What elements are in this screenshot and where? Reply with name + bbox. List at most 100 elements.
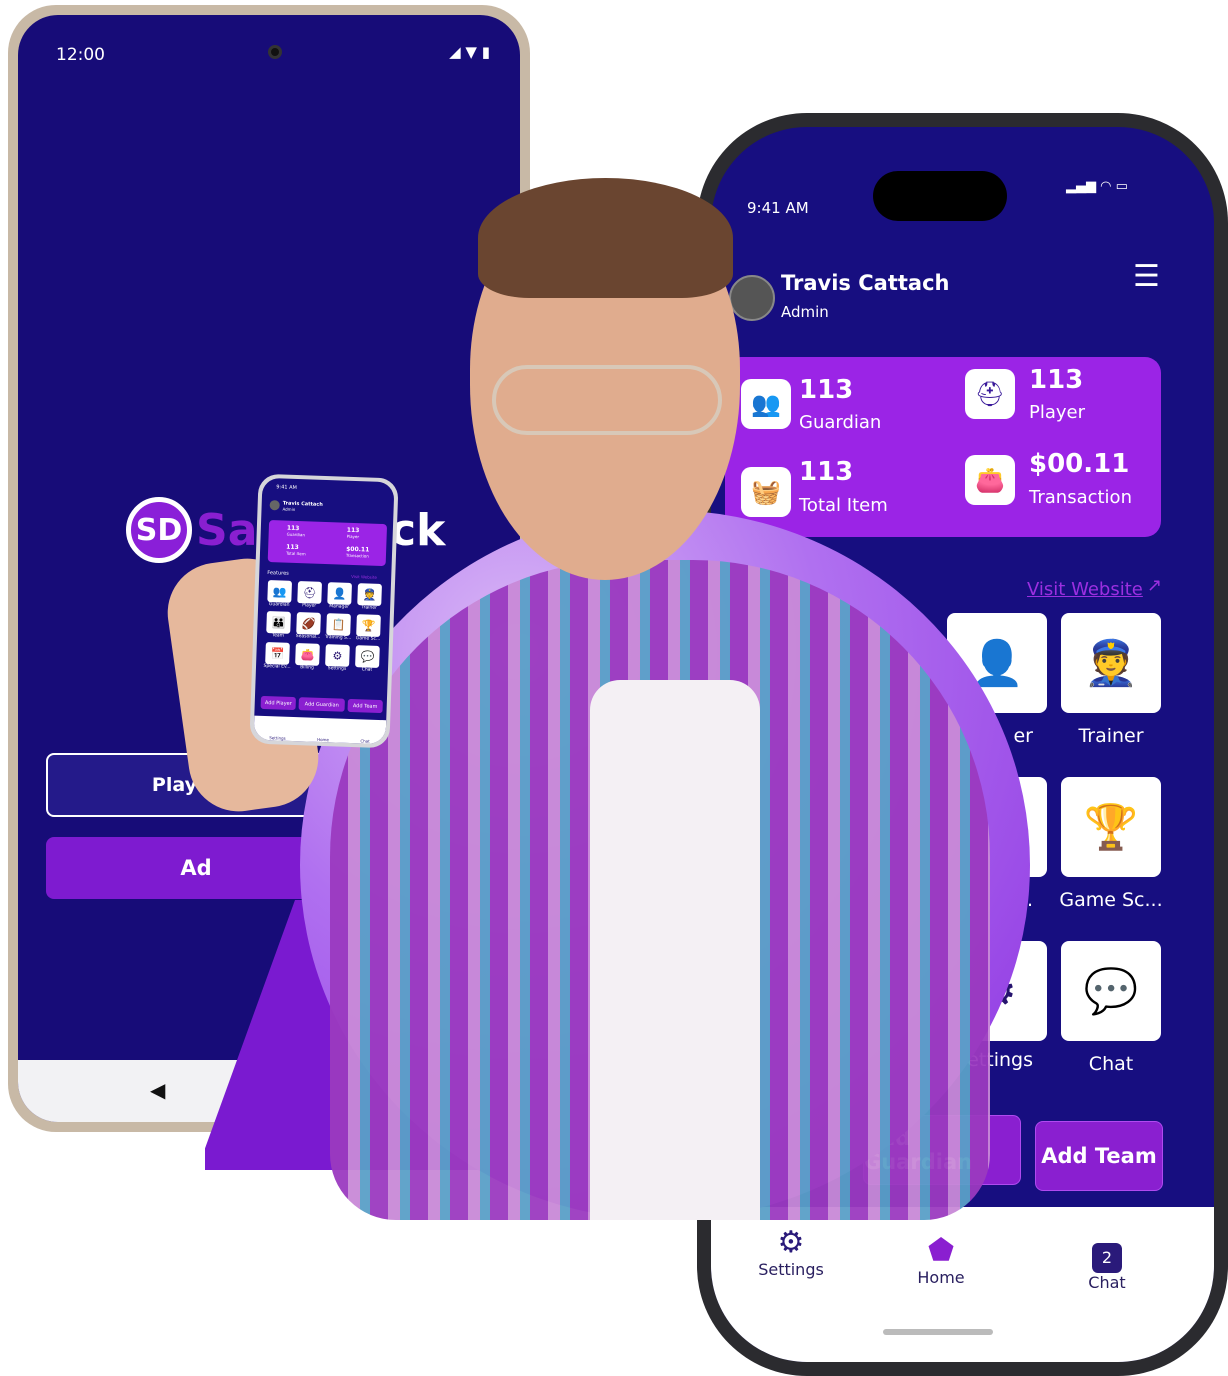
dynamic-island (873, 171, 1007, 221)
mini-feature-label: Trainer (361, 605, 377, 611)
mini-visit-website[interactable]: Visit Website (351, 574, 377, 580)
person-glasses (492, 365, 722, 435)
mini-feature-icon: 👥 (267, 580, 293, 603)
mini-feature-tile[interactable]: 👤 Manager (324, 582, 355, 610)
mini-role: Admin (282, 506, 296, 512)
mini-feature-icon: 🏆 (356, 614, 381, 637)
mini-feature-label: Player (302, 603, 317, 609)
logo-text-left: Sa (196, 505, 258, 556)
logo-initials: SD (135, 512, 183, 548)
mini-feature-label: Settings (327, 666, 347, 672)
handheld-screen: 9:41 AM Travis Cattach Admin 113 Guardia… (253, 477, 395, 745)
mini-feature-icon: 👮 (357, 583, 382, 606)
game-schedule-tile[interactable]: 🏆 (1061, 777, 1161, 877)
nav-chat-label: Chat (1088, 1273, 1126, 1292)
mini-feature-tile[interactable]: 🏈 Seasonal... (293, 612, 324, 640)
mini-add-guardian-button[interactable]: Add Guardian (298, 697, 345, 712)
player-icon: ⛑ (965, 369, 1015, 419)
mini-feature-icon: 📋 (326, 613, 351, 636)
mini-feature-icon: 🏈 (296, 612, 321, 635)
mini-feature-label: Billing (300, 665, 314, 671)
mini-feature-label: Seasonal... (295, 634, 321, 640)
total-item-count: 113 (799, 457, 854, 487)
mini-add-team-button[interactable]: Add Team (347, 698, 383, 714)
transaction-label: Transaction (1029, 487, 1132, 508)
logo-icon: SD (126, 497, 192, 563)
mini-stat-label: Player (346, 533, 360, 540)
nav-chat[interactable]: 2 Chat (1067, 1243, 1147, 1292)
mini-btn-label: Add Player (264, 699, 292, 707)
mini-buttons: Add Player Add Guardian Add Team (260, 695, 383, 714)
guardian-icon: 👥 (741, 379, 791, 429)
mini-feature-tile[interactable]: 👮 Trainer (354, 583, 385, 611)
mini-feature-icon: 👪 (266, 611, 291, 634)
user-name: Travis Cattach (781, 271, 950, 295)
mini-btn-label: Add Guardian (304, 700, 339, 709)
mini-feature-tile[interactable]: 🏆 Game Sc... (353, 614, 384, 642)
mini-add-player-button[interactable]: Add Player (260, 695, 297, 711)
mini-feature-label: Guardian (268, 602, 290, 608)
nav-settings-label: Settings (758, 1260, 824, 1279)
mini-nav-chat[interactable]: Chat (360, 738, 370, 743)
chat-badge: 2 (1101, 1248, 1113, 1267)
handheld-phone: 9:41 AM Travis Cattach Admin 113 Guardia… (249, 473, 399, 749)
mini-feature-tile[interactable]: 📅 Special Ev... (262, 641, 293, 670)
player-count: 113 (1029, 365, 1084, 395)
mini-feature-label: Manager (329, 604, 350, 610)
add-team-button[interactable]: Add Team (1035, 1121, 1163, 1191)
chat-icon: 2 (1092, 1243, 1122, 1273)
mini-feature-tile[interactable]: 👥 Guardian (264, 580, 295, 608)
mini-feature-label: Game Sc... (355, 636, 381, 642)
chat-label: Chat (1088, 1053, 1134, 1075)
add-team-label: Add Team (1041, 1144, 1157, 1168)
mini-feature-tile[interactable]: 💬 Chat (352, 645, 383, 673)
mini-btn-label: Add Team (352, 702, 378, 710)
logo-text-right: ck (390, 505, 446, 556)
game-schedule-label: Game Sc... (1059, 889, 1163, 911)
nav-home-label: Home (917, 1268, 965, 1287)
person-white-tshirt (590, 680, 760, 1220)
home-icon: ⬟ (927, 1233, 955, 1268)
mini-feature-tile[interactable]: 📋 Training S... (323, 613, 354, 641)
mini-time: 9:41 AM (276, 484, 297, 491)
mini-avatar (269, 500, 280, 511)
visit-website-link[interactable]: Visit Website (1027, 579, 1143, 600)
mini-nav-settings[interactable]: Settings (269, 735, 286, 741)
chat-tile[interactable]: 💬 (1061, 941, 1161, 1041)
mini-feature-icon: ⚙ (325, 644, 350, 667)
nav-settings[interactable]: ⚙ Settings (751, 1225, 831, 1279)
external-link-icon[interactable]: ↗ (1147, 575, 1162, 596)
nav-home[interactable]: ⬟ Home (901, 1233, 981, 1287)
stats-card: 👥 113 Guardian ⛑ 113 Player 🧺 113 Total … (725, 357, 1161, 537)
mini-feature-tile[interactable]: ⛑ Player (294, 581, 325, 609)
basket-icon: 🧺 (741, 467, 791, 517)
transaction-amount: $00.11 (1029, 449, 1130, 479)
mini-feature-icon: 👛 (295, 643, 320, 666)
mini-feature-grid: 👥 Guardian ⛑ Player 👤 Manager 👮 Trainer 👪 Team 🏈 Se… (262, 580, 387, 673)
status-time: 12:00 (56, 45, 105, 65)
mini-bottom-nav: Settings Home Chat (253, 715, 387, 745)
mini-feature-icon: 📅 (265, 641, 290, 665)
avatar[interactable] (729, 275, 775, 321)
total-item-label: Total Item (799, 495, 888, 516)
status-icons: ▂▄▆ ◠ ▭ (1066, 179, 1128, 194)
back-icon[interactable]: ◀ (150, 1078, 165, 1102)
mini-feature-label: Chat (361, 667, 373, 673)
menu-icon[interactable]: ☰ (1133, 259, 1160, 294)
mini-features-title: Features (267, 569, 289, 577)
gear-icon: ⚙ (777, 1225, 805, 1260)
mini-feature-tile[interactable]: ⚙ Settings (322, 644, 353, 672)
mini-feature-label: Training S... (324, 635, 352, 641)
mini-feature-icon: 👤 (327, 582, 352, 605)
mini-feature-icon: ⛑ (297, 581, 323, 604)
trainer-tile[interactable]: 👮 (1061, 613, 1161, 713)
guardian-count: 113 (799, 375, 854, 405)
mini-stat-label: Transaction (345, 552, 369, 559)
mini-feature-tile[interactable]: 👪 Team (263, 611, 294, 639)
mini-nav-home[interactable]: Home (317, 737, 329, 742)
camera-icon (268, 45, 282, 59)
bottom-nav: ⚙ Settings ⬟ Home 2 Chat (711, 1207, 1214, 1362)
user-role: Admin (781, 303, 829, 321)
mini-feature-tile[interactable]: 👛 Billing (292, 643, 323, 671)
admin-button-label: Ad (180, 856, 212, 880)
